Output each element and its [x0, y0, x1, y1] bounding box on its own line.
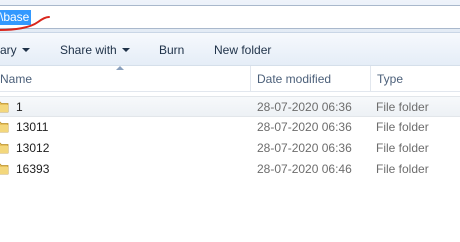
column-header-name[interactable]: Name — [0, 71, 32, 87]
file-name: 1 — [16, 100, 23, 114]
file-date-modified: 28-07-2020 06:36 — [257, 120, 352, 134]
burn-button[interactable]: Burn — [159, 42, 184, 58]
file-type: File folder — [376, 141, 429, 155]
chevron-down-icon — [21, 48, 30, 52]
file-date-modified: 28-07-2020 06:36 — [257, 141, 352, 155]
file-name: 16393 — [16, 162, 50, 176]
address-field[interactable]: \base — [0, 5, 460, 29]
folder-icon — [0, 121, 9, 133]
column-header-type[interactable]: Type — [377, 71, 403, 87]
address-path[interactable]: \base — [0, 10, 32, 25]
command-toolbar: ary Share with Burn New folder — [0, 33, 460, 66]
new-folder-label: New folder — [214, 43, 272, 57]
file-type: File folder — [376, 162, 429, 176]
file-type: File folder — [376, 100, 429, 114]
table-row[interactable]: 13012 28-07-2020 06:36 File folder — [0, 138, 460, 159]
table-row[interactable]: 13011 28-07-2020 06:36 File folder — [0, 117, 460, 138]
column-divider[interactable] — [370, 66, 371, 91]
table-row[interactable]: 1 28-07-2020 06:36 File folder — [0, 96, 460, 117]
burn-label: Burn — [159, 43, 185, 57]
file-date-modified: 28-07-2020 06:36 — [257, 100, 352, 114]
column-headers: Name Date modified Type — [0, 66, 460, 92]
new-folder-button[interactable]: New folder — [214, 42, 271, 58]
share-with-button[interactable]: Share with — [60, 42, 130, 58]
folder-icon — [0, 142, 9, 154]
file-date-modified: 28-07-2020 06:46 — [257, 162, 352, 176]
address-bar: \base — [0, 0, 460, 33]
chevron-down-icon — [121, 48, 130, 52]
share-with-label: Share with — [60, 43, 117, 57]
organize-menu-button[interactable]: ary — [0, 42, 30, 58]
organize-label: ary — [0, 43, 17, 57]
file-name: 13012 — [16, 141, 50, 155]
folder-icon — [0, 101, 9, 113]
file-name: 13011 — [16, 120, 49, 134]
table-row[interactable]: 16393 28-07-2020 06:46 File folder — [0, 159, 460, 180]
sort-ascending-icon — [116, 66, 124, 70]
file-type: File folder — [376, 120, 429, 134]
column-divider[interactable] — [250, 66, 251, 91]
folder-icon — [0, 163, 9, 175]
file-list: 1 28-07-2020 06:36 File folder 13011 28-… — [0, 96, 460, 180]
column-header-date-modified[interactable]: Date modified — [257, 71, 331, 87]
